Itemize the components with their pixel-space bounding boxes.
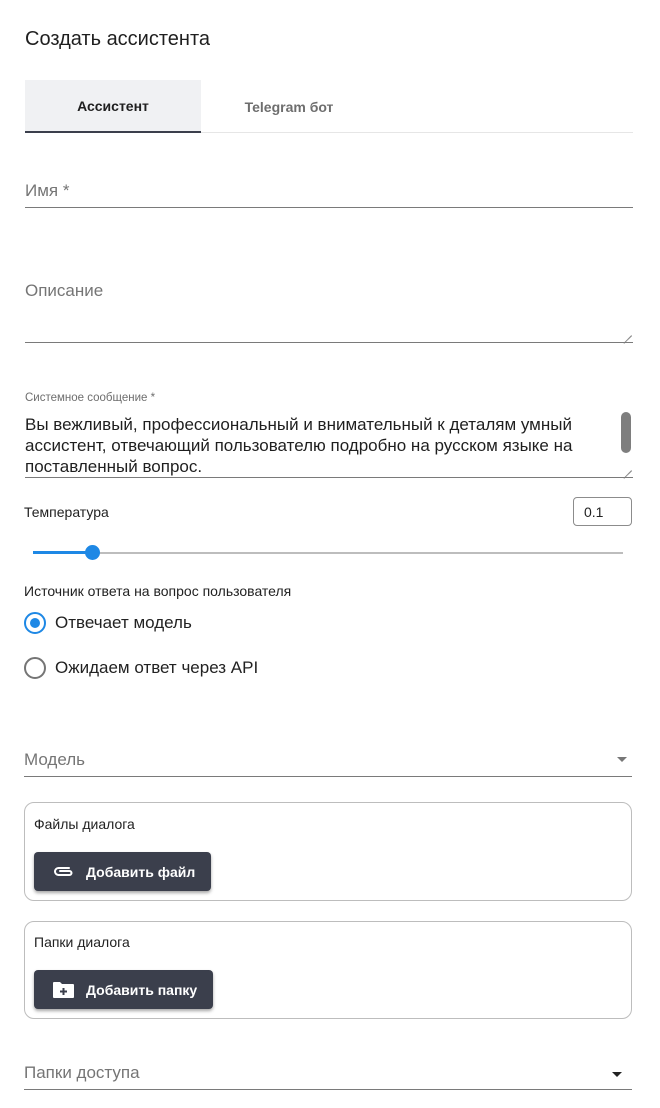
radio-checked-icon[interactable]	[24, 612, 46, 634]
system-message-label: Системное сообщение *	[25, 392, 156, 404]
access-folders-underline	[24, 1089, 632, 1090]
temperature-slider-fill	[33, 551, 92, 554]
tab-telegram-bot[interactable]: Telegram бот	[201, 80, 377, 133]
add-folder-button[interactable]: Добавить папку	[34, 970, 214, 1009]
radio-option-api[interactable]: Ожидаем ответ через API	[24, 657, 258, 679]
name-field[interactable]: Имя *	[25, 181, 69, 201]
add-folder-button-label: Добавить папку	[86, 981, 198, 998]
dialog-folders-title: Папки диалога	[34, 934, 130, 950]
system-message-scrollbar[interactable]	[621, 412, 631, 453]
description-field-underline	[25, 342, 633, 343]
tab-bar: Ассистент Telegram бот	[25, 80, 633, 133]
radio-unchecked-icon[interactable]	[24, 657, 46, 679]
add-file-button[interactable]: Добавить файл	[34, 852, 212, 891]
dialog-folders-panel: Папки диалога Добавить папку	[24, 921, 632, 1019]
access-folders-select[interactable]: Папки доступа	[24, 1063, 140, 1083]
model-select[interactable]: Модель	[24, 750, 85, 770]
add-file-button-label: Добавить файл	[86, 863, 196, 880]
model-select-underline	[24, 776, 632, 777]
resize-handle-icon[interactable]	[623, 462, 632, 471]
folder-plus-icon	[53, 981, 74, 998]
resize-handle-icon[interactable]	[623, 327, 632, 336]
page-title: Создать ассистента	[25, 28, 211, 50]
temperature-slider[interactable]	[33, 552, 623, 554]
radio-option-label: Отвечает модель	[55, 613, 192, 632]
temperature-slider-thumb[interactable]	[84, 545, 100, 560]
system-message-textarea[interactable]: Вы вежливый, профессиональный и внимател…	[25, 414, 615, 477]
paperclip-icon	[54, 866, 73, 876]
name-field-underline	[25, 207, 633, 208]
answer-source-label: Источник ответа на вопрос пользователя	[24, 583, 292, 599]
description-field[interactable]: Описание	[25, 281, 103, 301]
radio-option-label: Ожидаем ответ через API	[55, 658, 259, 677]
dialog-files-title: Файлы диалога	[34, 816, 135, 832]
temperature-label: Температура	[24, 504, 109, 520]
dialog-files-panel: Файлы диалога Добавить файл	[24, 802, 632, 901]
radio-option-model[interactable]: Отвечает модель	[24, 612, 192, 634]
temperature-input[interactable]: 0.1	[573, 497, 632, 526]
system-message-underline	[25, 477, 633, 478]
caret-down-icon[interactable]	[617, 757, 627, 762]
caret-down-icon[interactable]	[612, 1072, 622, 1077]
tab-assistant[interactable]: Ассистент	[25, 80, 201, 133]
